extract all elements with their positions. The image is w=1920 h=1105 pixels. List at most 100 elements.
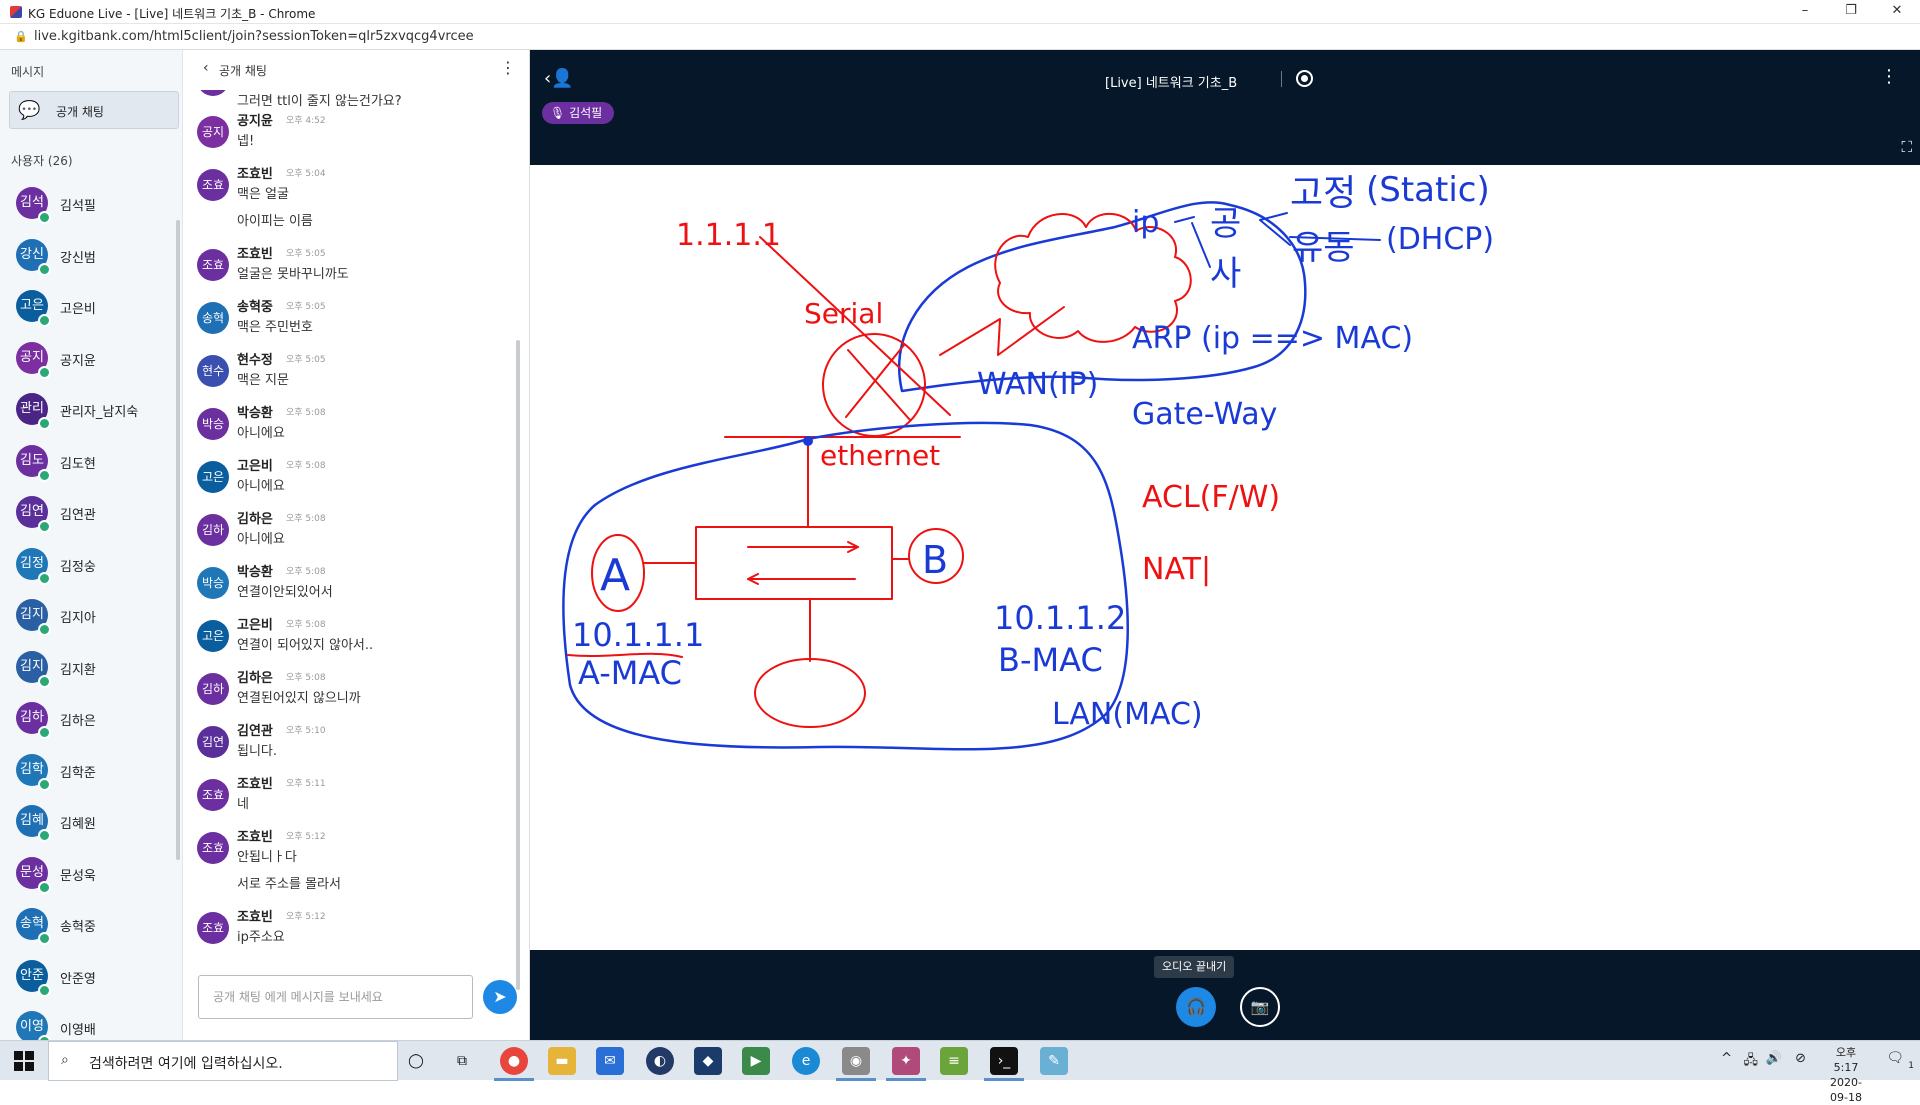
user-list-item[interactable]: 김지 김지아 [0,592,176,643]
chevron-left-icon[interactable]: ‹ [203,60,209,76]
sender-name: 현수정 [237,353,273,368]
options-icon[interactable]: ⋮ [1880,66,1898,87]
user-list-item[interactable]: 고은 고은비 [0,283,176,334]
volume-icon[interactable]: 🔊 [1766,1051,1782,1066]
share-camera-button[interactable]: 📷 [1240,987,1280,1027]
chat-panel: ‹ 공개 채팅 ⋮ 그러면 ttl이 줄지 않는건가요? 공지 공지윤 오후 4:5… [183,50,530,1040]
message-text: 아니에요 [237,479,285,494]
layers-icon[interactable]: ≡ [940,1047,968,1075]
url-text[interactable]: live.kgitbank.com/html5client/join?sessi… [34,29,474,44]
windows-start-icon[interactable] [14,1051,34,1071]
user-list-item[interactable]: 김혜 김혜원 [0,798,176,849]
user-list-scrollbar[interactable] [176,220,180,860]
user-list-item[interactable]: 공지 공지윤 [0,335,176,386]
more-options-icon[interactable]: ⋮ [500,58,516,77]
status-indicator-icon [38,623,51,636]
message-text: 얼굴은 못바꾸니까도 [237,267,349,282]
sender-name: 조효빈 [237,777,273,792]
user-name: 관리자_남지숙 [60,405,139,420]
status-indicator-icon [38,932,51,945]
public-chat-button[interactable]: 💬 공개 채팅 [9,91,179,129]
user-list-item[interactable]: 문성 문성욱 [0,850,176,901]
user-list-item[interactable]: 관리 관리자_남지숙 [0,386,176,437]
avatar: 조효 [197,832,229,864]
mail-icon[interactable]: ✉ [596,1047,624,1075]
label-gojeong: 고정 [1290,173,1356,214]
window-title: KG Eduone Live - [Live] 네트워크 기초_B - Chro… [28,7,316,21]
vscode-icon[interactable]: ◆ [694,1047,722,1075]
label-arp: ARP (ip ==> MAC) [1132,321,1413,356]
user-list-item[interactable]: 김연 김연관 [0,489,176,540]
user-name: 김도현 [60,456,96,472]
app-icon[interactable]: ✦ [892,1047,920,1075]
avatar: 박승 [197,567,229,599]
status-indicator-icon [38,829,51,842]
eclipse-icon[interactable]: ◐ [646,1047,674,1075]
restore-icon[interactable]: ❐ [1828,0,1874,24]
avatar: 김하 [197,673,229,705]
message-time: 오후 5:04 [286,169,326,179]
notification-icon[interactable]: 🗨 [1886,1050,1904,1066]
user-list-item[interactable]: 안준 안준영 [0,953,176,1004]
cortana-icon[interactable]: ◯ [402,1047,430,1075]
sender-name: 고은비 [237,459,273,474]
chat-input[interactable]: 공개 채팅 에게 메시지를 보내세요 [198,975,473,1019]
chevron-up-icon[interactable]: ^ [1721,1051,1732,1066]
label-yudong: 유동 [1292,228,1355,268]
avatar: 공지 [197,116,229,148]
task-view-icon[interactable]: ⧉ [448,1047,476,1075]
user-list-item[interactable]: 김정 김정숭 [0,541,176,592]
user-list-item[interactable]: 김도 김도현 [0,438,176,489]
label-serial: Serial [804,297,883,330]
sender-name: 공지윤 [237,114,273,129]
sender-name: 조효빈 [237,247,273,262]
wan-boundary [897,201,1307,393]
user-list-item[interactable]: 강신 강신범 [0,232,176,283]
message-time: 오후 5:08 [286,567,326,577]
media-player-icon[interactable]: ▶ [742,1047,770,1075]
notepad-icon[interactable]: ✎ [1040,1047,1068,1075]
network-icon[interactable]: 🖧 [1744,1051,1759,1073]
notification-count: 1 [1908,1061,1914,1071]
talking-indicator: 🎙 김석필 [542,102,615,124]
close-icon[interactable]: ✕ [1874,0,1920,24]
avatar: 고은 [197,461,229,493]
label-wan: WAN(IP) [977,367,1098,402]
user-list-item[interactable]: 김학 김학준 [0,747,176,798]
edge-icon[interactable]: e [792,1047,820,1075]
minimize-icon[interactable]: – [1782,0,1828,24]
whiteboard[interactable]: 1.1.1.1 Serial ethernet ACL(F/W) NAT| WA… [530,165,1920,950]
session-header: ‹👤 [Live] 네트워크 기초_B ⋮ 🎙 김석필 ⛶ [530,50,1920,165]
status-indicator-icon [38,726,51,739]
user-list-item[interactable]: 김지 김지환 [0,644,176,695]
battery-icon[interactable]: ⊘ [1795,1051,1806,1066]
avatar: 조효 [197,912,229,944]
user-list-item[interactable]: 김석 김석필 [0,180,176,231]
browser-title-bar: KG Eduone Live - [Live] 네트워크 기초_B - Chro… [0,0,1920,24]
sender-name: 고은비 [237,618,273,633]
leave-session-icon[interactable]: ‹👤 [544,68,574,89]
send-button[interactable]: ➤ [483,980,517,1014]
user-name: 김지환 [60,662,96,678]
chrome-icon[interactable]: ● [500,1047,528,1075]
user-list-item[interactable]: 이영 이영배 [0,1004,176,1040]
terminal-icon[interactable]: ›_ [990,1047,1018,1075]
label-acl: ACL(F/W) [1142,480,1280,515]
audio-tooltip: 오디오 끝내기 [1154,956,1235,978]
avatar [197,90,229,96]
file-explorer-icon[interactable]: ▬ [548,1047,576,1075]
status-indicator-icon [38,365,51,379]
chat-scrollbar[interactable] [516,340,520,990]
address-bar[interactable]: 🔒 live.kgitbank.com/html5client/join?ses… [0,24,1920,50]
user-list-item[interactable]: 김하 김하은 [0,695,176,746]
message-time: 오후 5:08 [286,461,326,471]
capture-tool-icon[interactable]: ◉ [842,1047,870,1075]
leave-audio-button[interactable]: 🎧 [1176,987,1216,1027]
message-time: 오후 5:12 [286,912,326,922]
fullscreen-icon[interactable]: ⛶ [1901,138,1912,156]
record-icon[interactable] [1296,70,1313,87]
clock[interactable]: 오후 5:17 2020-09-18 [1830,1045,1862,1105]
user-list-item[interactable]: 송혁 송혁중 [0,901,176,952]
taskbar-search[interactable]: ⌕ 검색하려면 여기에 입력하십시오. [48,1041,398,1081]
avatar: 김연 [197,726,229,758]
